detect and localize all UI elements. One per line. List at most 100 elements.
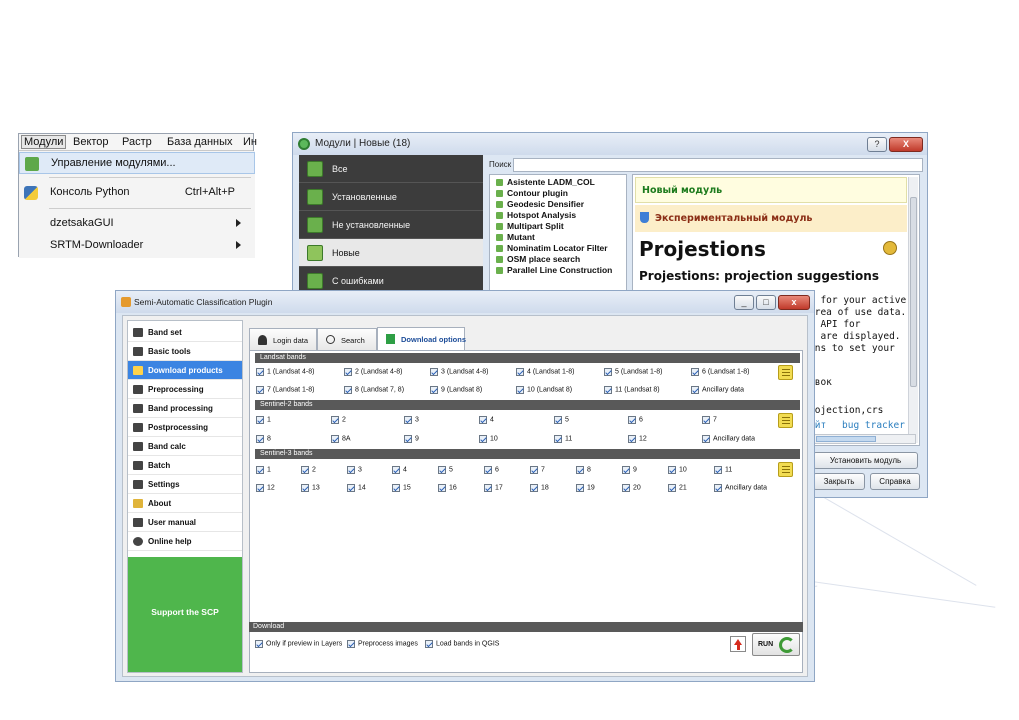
sentinel-2-band-checkbox[interactable]: 10 (479, 435, 498, 443)
close-window-button[interactable]: X (889, 137, 923, 152)
sentinel-3-band-checkbox[interactable]: 1 (256, 466, 271, 474)
tab-download-options[interactable]: Download options (377, 327, 466, 351)
sentinel-2-band-checkbox[interactable]: 4 (479, 416, 494, 424)
sentinel-2-band-checkbox[interactable]: 12 (628, 435, 647, 443)
search-input[interactable] (513, 158, 923, 172)
menu-item-dzetsaka[interactable]: dzetsakaGUI (19, 213, 255, 235)
landsat-band-checkbox[interactable]: 10 (Landsat 8) (516, 386, 572, 394)
sidebar-item-user-manual[interactable]: User manual (128, 513, 242, 532)
sentinel-2-band-checkbox[interactable]: 9 (404, 435, 419, 443)
sidebar-item-all[interactable]: Все (299, 155, 483, 183)
list-item[interactable]: Hotspot Analysis (496, 210, 628, 220)
sentinel-3-band-checkbox[interactable]: 21 (668, 484, 687, 492)
horizontal-scrollbar[interactable] (813, 434, 916, 444)
menu-modules[interactable]: Модули (21, 135, 67, 149)
support-scp-button[interactable]: Support the SCP (128, 557, 242, 672)
list-item[interactable]: Multipart Split (496, 221, 628, 231)
landsat-band-checkbox[interactable]: 7 (Landsat 1-8) (256, 386, 314, 394)
sentinel-3-band-checkbox[interactable]: 4 (392, 466, 407, 474)
minimize-button[interactable]: _ (734, 295, 754, 310)
sentinel-3-band-checkbox[interactable]: 2 (301, 466, 316, 474)
sentinel-2-band-checkbox[interactable]: 1 (256, 416, 271, 424)
sidebar-item-postprocessing[interactable]: Postprocessing (128, 418, 242, 437)
run-button[interactable]: RUN (752, 633, 800, 656)
sidebar-item-online-help[interactable]: Online help (128, 532, 242, 551)
sentinel-3-band-checkbox[interactable]: 12 (256, 484, 275, 492)
sentinel-2-ancillary-checkbox[interactable]: Ancillary data (702, 435, 755, 443)
sentinel-2-band-checkbox[interactable]: 8A (331, 435, 351, 443)
sentinel-3-band-checkbox[interactable]: 5 (438, 466, 453, 474)
scrollbar-thumb[interactable] (910, 197, 917, 387)
sidebar-item-about[interactable]: About (128, 494, 242, 513)
landsat-band-checkbox[interactable]: 4 (Landsat 1-8) (516, 368, 574, 376)
export-links-button[interactable] (730, 636, 746, 652)
sentinel-3-band-checkbox[interactable]: 19 (576, 484, 595, 492)
scrollbar-thumb[interactable] (816, 436, 876, 442)
landsat-ancillary-checkbox[interactable]: Ancillary data (691, 386, 744, 394)
sentinel-2-band-checkbox[interactable]: 5 (554, 416, 569, 424)
select-all-sentinel-2-button[interactable] (778, 413, 793, 428)
bug-tracker-link[interactable]: bug tracker (842, 420, 905, 431)
close-window-button[interactable]: x (778, 295, 810, 310)
sidebar-item-batch[interactable]: Batch (128, 456, 242, 475)
sentinel-3-band-checkbox[interactable]: 11 (714, 466, 732, 474)
tab-search[interactable]: Search (317, 328, 377, 350)
menu-item-srtm-downloader[interactable]: SRTM-Downloader (19, 235, 255, 257)
sentinel-3-band-checkbox[interactable]: 10 (668, 466, 687, 474)
sentinel-3-band-checkbox[interactable]: 18 (530, 484, 549, 492)
preprocess-images-checkbox[interactable]: Preprocess images (347, 640, 418, 648)
sidebar-item-preprocessing[interactable]: Preprocessing (128, 380, 242, 399)
help-dialog-button[interactable]: Справка (870, 473, 920, 490)
menu-item-manage-plugins[interactable]: Управление модулями... (19, 152, 255, 174)
sidebar-item-not-installed[interactable]: Не установленные (299, 211, 483, 239)
sentinel-3-band-checkbox[interactable]: 17 (484, 484, 503, 492)
sidebar-item-download-products[interactable]: Download products (128, 361, 242, 380)
list-item[interactable]: Mutant (496, 232, 628, 242)
list-item[interactable]: Asistente LADM_COL (496, 177, 628, 187)
list-item[interactable]: Parallel Line Construction (496, 265, 628, 275)
sentinel-3-band-checkbox[interactable]: 9 (622, 466, 637, 474)
sentinel-3-band-checkbox[interactable]: 20 (622, 484, 641, 492)
sentinel-2-band-checkbox[interactable]: 8 (256, 435, 271, 443)
sidebar-item-band-processing[interactable]: Band processing (128, 399, 242, 418)
landsat-band-checkbox[interactable]: 3 (Landsat 4-8) (430, 368, 488, 376)
list-item[interactable]: Contour plugin (496, 188, 628, 198)
sidebar-item-band-calc[interactable]: Band calc (128, 437, 242, 456)
landsat-band-checkbox[interactable]: 9 (Landsat 8) (430, 386, 482, 394)
select-all-landsat-button[interactable] (778, 365, 793, 380)
install-plugin-button[interactable]: Установить модуль (813, 452, 918, 469)
sentinel-3-band-checkbox[interactable]: 7 (530, 466, 545, 474)
landsat-band-checkbox[interactable]: 1 (Landsat 4-8) (256, 368, 314, 376)
only-preview-checkbox[interactable]: Only if preview in Layers (255, 640, 342, 648)
landsat-band-checkbox[interactable]: 6 (Landsat 1-8) (691, 368, 749, 376)
sentinel-2-band-checkbox[interactable]: 6 (628, 416, 643, 424)
landsat-band-checkbox[interactable]: 5 (Landsat 1-8) (604, 368, 662, 376)
sentinel-3-band-checkbox[interactable]: 15 (392, 484, 411, 492)
landsat-band-checkbox[interactable]: 8 (Landsat 7, 8) (344, 386, 404, 394)
sentinel-3-band-checkbox[interactable]: 14 (347, 484, 366, 492)
menu-database[interactable]: База данных (167, 136, 233, 148)
close-button[interactable]: Закрыть (813, 473, 865, 490)
sentinel-3-band-checkbox[interactable]: 6 (484, 466, 499, 474)
sentinel-3-band-checkbox[interactable]: 16 (438, 484, 457, 492)
menu-vector[interactable]: Вектор (73, 136, 109, 148)
list-item[interactable]: Nominatim Locator Filter (496, 243, 628, 253)
detail-scrollbar[interactable] (908, 177, 918, 443)
sentinel-3-band-checkbox[interactable]: 13 (301, 484, 320, 492)
maximize-button[interactable]: □ (756, 295, 776, 310)
sentinel-2-band-checkbox[interactable]: 2 (331, 416, 346, 424)
landsat-band-checkbox[interactable]: 2 (Landsat 4-8) (344, 368, 402, 376)
sidebar-item-settings[interactable]: Settings (128, 475, 242, 494)
sidebar-item-band-set[interactable]: Band set (128, 323, 242, 342)
help-button[interactable]: ? (867, 137, 887, 152)
sentinel-3-band-checkbox[interactable]: 3 (347, 466, 362, 474)
sentinel-2-band-checkbox[interactable]: 7 (702, 416, 717, 424)
load-bands-checkbox[interactable]: Load bands in QGIS (425, 640, 499, 648)
tab-login-data[interactable]: Login data (249, 328, 317, 350)
landsat-band-checkbox[interactable]: 11 (Landsat 8) (604, 386, 660, 394)
menu-item-python-console[interactable]: Консоль Python Ctrl+Alt+P (19, 182, 255, 204)
menu-raster[interactable]: Растр (122, 136, 152, 148)
sidebar-item-basic-tools[interactable]: Basic tools (128, 342, 242, 361)
sentinel-2-band-checkbox[interactable]: 11 (554, 435, 572, 443)
sentinel-3-band-checkbox[interactable]: 8 (576, 466, 591, 474)
